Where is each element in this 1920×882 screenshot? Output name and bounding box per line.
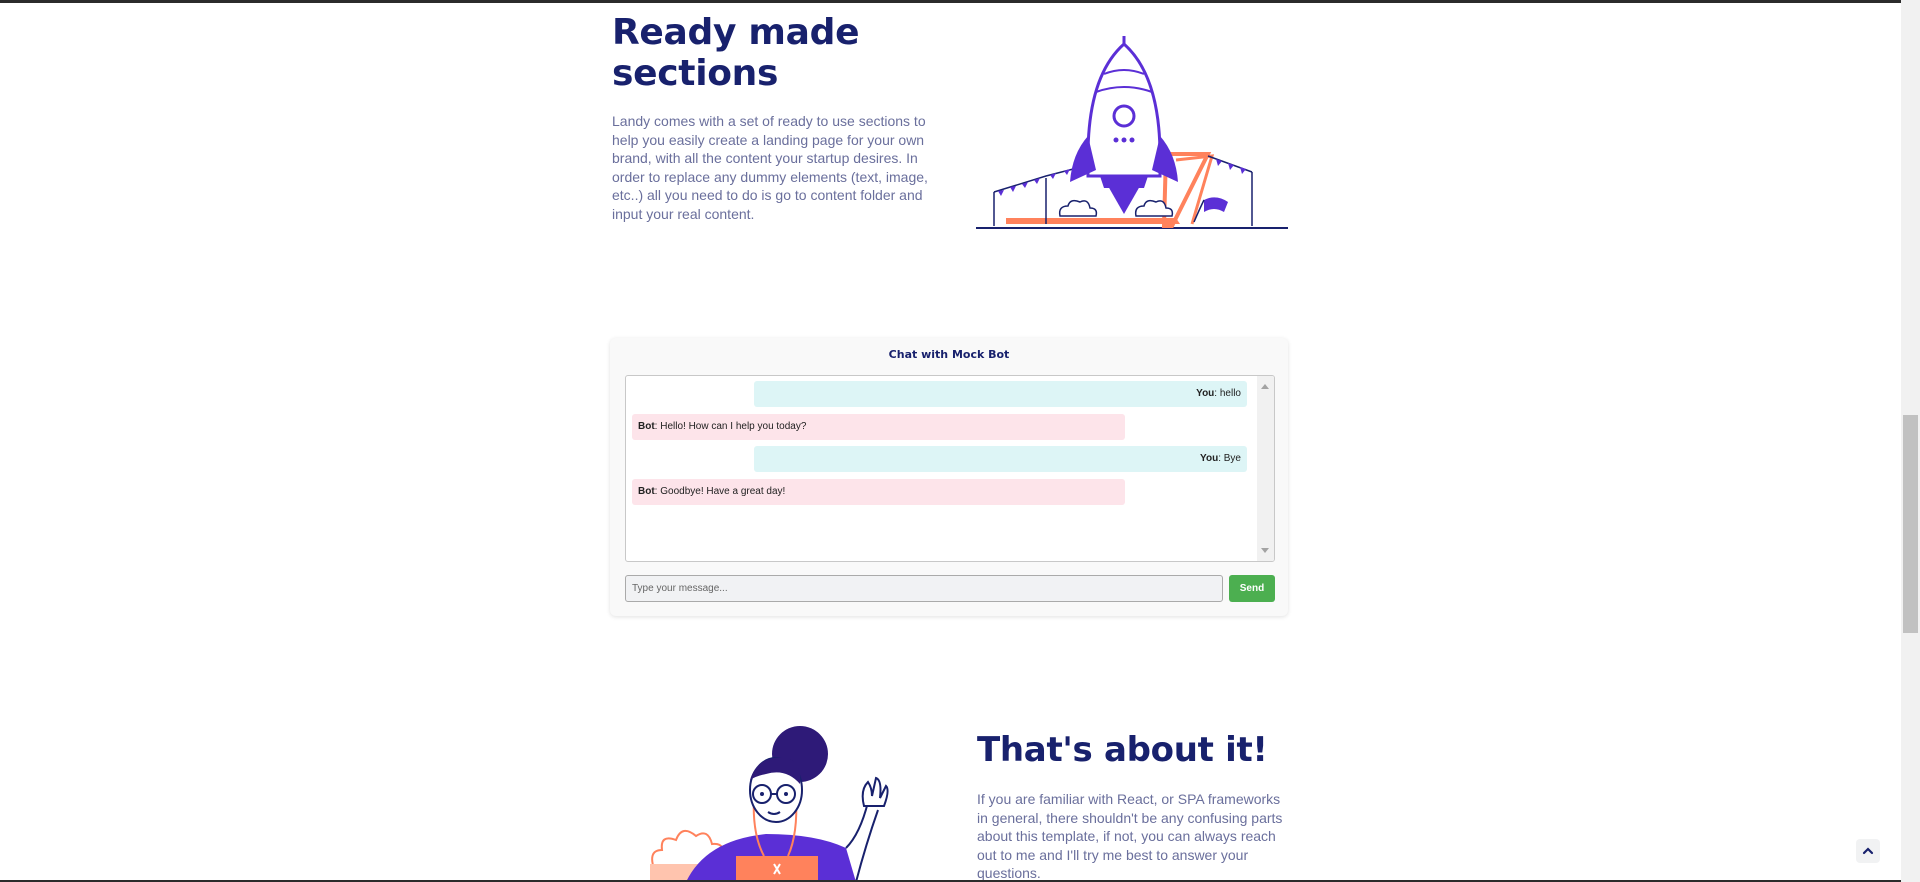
chat-messages-window[interactable]: You: hello Bot: Hello! How can I help yo…: [625, 375, 1275, 562]
rocket-illustration: [976, 36, 1288, 229]
chevron-up-icon: [1862, 847, 1874, 855]
chat-widget: Chat with Mock Bot You: hello Bot: Hello…: [610, 338, 1288, 616]
section-text: Landy comes with a set of ready to use s…: [612, 113, 928, 222]
scroll-to-top-button[interactable]: [1856, 839, 1880, 863]
chat-title: Chat with Mock Bot: [888, 348, 1010, 361]
chat-message-bot: Bot: Hello! How can I help you today?: [632, 414, 1125, 440]
page-scrollbar[interactable]: [1901, 0, 1920, 882]
scroll-up-arrow-icon[interactable]: [1261, 384, 1269, 389]
chat-message-user: You: Bye: [754, 446, 1247, 472]
chat-scrollbar[interactable]: [1257, 376, 1274, 561]
ready-made-section: Ready made sections Landy comes with a s…: [612, 12, 1288, 232]
section-title: That's about it!: [977, 730, 1268, 770]
developer-illustration: [650, 726, 889, 882]
window-top-border: [0, 0, 1920, 3]
send-button[interactable]: Send: [1229, 575, 1275, 602]
chat-message-input[interactable]: [625, 575, 1223, 602]
section-title: Ready made sections: [612, 12, 860, 94]
page-scrollbar-thumb[interactable]: [1903, 415, 1918, 633]
scroll-down-arrow-icon[interactable]: [1261, 548, 1269, 553]
section-text: If you are familiar with React, or SPA f…: [977, 791, 1283, 881]
chat-message-bot: Bot: Goodbye! Have a great day!: [632, 479, 1125, 505]
chat-message-user: You: hello: [754, 381, 1247, 407]
